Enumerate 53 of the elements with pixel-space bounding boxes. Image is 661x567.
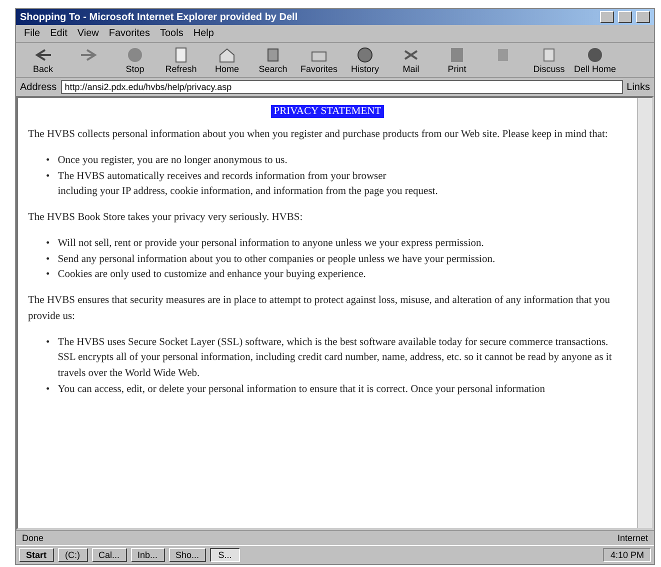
home-icon [217, 46, 237, 64]
taskbar-button[interactable]: S... [210, 548, 240, 562]
list-item: Cookies are only used to customize and enhance your buying experience. [58, 268, 366, 282]
taskbar-button[interactable]: (C:) [58, 548, 88, 562]
menu-item[interactable]: Help [193, 28, 214, 39]
paragraph: The HVBS Book Store takes your privacy very seriously. HVBS: [28, 211, 304, 225]
toolbar-button[interactable]: Print [436, 46, 478, 74]
menu-item[interactable]: Edit [50, 28, 68, 39]
minimize-button[interactable] [600, 11, 614, 23]
links-button[interactable]: Links [626, 82, 650, 92]
list-item: The HVBS automatically receives and records information from your browser including your IP address, cookie information, and information from the page you request. [58, 170, 438, 200]
list-item: The HVBS uses Secure Socket Layer (SSL) software, which is the best software available today for secure commerce transactions. SSL encrypts all of your personal information, including credit card number, name, address, etc. so it cannot be read by anyone as it travels over the World Wide Web. [58, 336, 613, 381]
list-item: Send any personal information about you to other companies or people unless we have your permission. [58, 252, 496, 266]
toolbar-button[interactable]: Search [252, 46, 294, 74]
bullet-marker: • [46, 382, 50, 397]
bullet-marker: • [46, 236, 50, 251]
toolbar-button[interactable]: Stop [114, 46, 156, 74]
address-label: Address [20, 82, 57, 92]
maximize-button[interactable] [618, 11, 632, 23]
toolbar-button[interactable]: Home [206, 46, 248, 74]
bullet-marker: • [46, 252, 50, 266]
page-heading: PRIVACY STATEMENT [270, 105, 384, 118]
address-field[interactable]: http://ansi2.pdx.edu/hvbs/help/privacy.asp [60, 80, 623, 94]
menu-item[interactable]: File [24, 28, 40, 39]
bullet-marker: • [46, 170, 50, 184]
toolbar-button[interactable]: Back [22, 46, 64, 74]
bullet-marker: • [46, 336, 50, 350]
menu-item[interactable]: Tools [160, 28, 184, 39]
toolbar-button[interactable]: Refresh [160, 46, 202, 74]
list-item: Once you register, you are no longer anonymous to us. [58, 154, 288, 168]
status-text: Done [22, 533, 44, 543]
toolbar-button[interactable]: History [344, 46, 386, 74]
scrollbar[interactable] [637, 98, 652, 528]
window-title: Shopping To - Microsoft Internet Explorer provided by Dell [20, 12, 299, 22]
close-button[interactable] [636, 11, 650, 23]
toolbar-button[interactable]: Favorites [298, 46, 340, 74]
taskbar-button[interactable]: Cal... [92, 548, 127, 562]
toolbar-button[interactable]: Discuss [528, 46, 570, 74]
zone-text: Internet [617, 533, 648, 543]
taskbar-button[interactable]: Inb... [130, 548, 165, 562]
clock: 4:10 PM [603, 548, 651, 562]
toolbar-button[interactable]: Dell Home [574, 46, 616, 74]
bullet-marker: • [46, 268, 50, 282]
start-button[interactable]: Start [19, 548, 54, 562]
paragraph: The HVBS ensures that security measures are in place to attempt to protect against loss, misuse, and alteration of any information that you provide us: [28, 294, 612, 324]
paragraph: The HVBS collects personal information about you when you register and purchase products from our Web site. Please keep in mind that: [28, 128, 609, 142]
bullet-marker: • [46, 154, 50, 168]
list-item: Will not sell, rent or provide your personal information to anyone unless we your express permission. [58, 236, 484, 251]
menu-item[interactable]: Favorites [108, 28, 150, 39]
list-item: You can access, edit, or delete your personal information to ensure that it is correct. Once your personal information [58, 382, 546, 397]
menu-item[interactable]: View [77, 28, 99, 39]
taskbar-button[interactable]: Sho... [168, 548, 206, 562]
toolbar-button[interactable]: Mail [390, 46, 432, 74]
